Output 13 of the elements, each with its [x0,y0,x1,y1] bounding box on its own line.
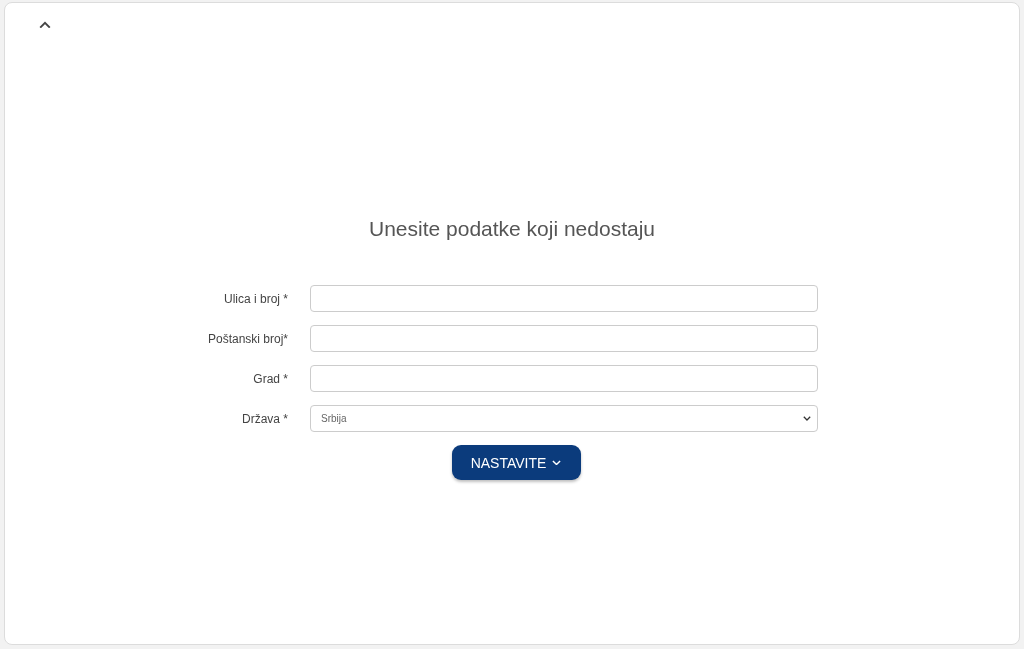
chevron-down-icon [552,459,562,466]
field-label: Ulica i broj * [222,291,288,306]
field-label: Država * [241,411,288,426]
continue-button[interactable]: NASTAVITE [451,445,581,480]
chevron-up-icon [39,21,51,29]
input-field[interactable] [310,325,818,352]
country-select[interactable]: Srbija [310,405,818,432]
field-label: Poštanski broj* [206,331,288,346]
form-title: Unesite podatke koji nedostaju [368,217,656,241]
field-label: Grad * [252,371,288,386]
input-field[interactable] [310,285,818,312]
input-field[interactable] [310,365,818,392]
chevron-down-icon [803,416,811,421]
